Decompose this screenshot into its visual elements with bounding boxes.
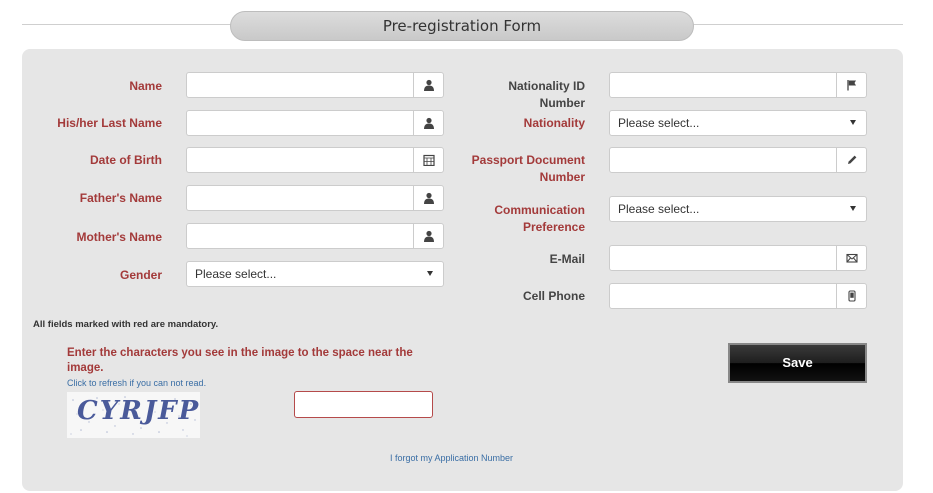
passport-label: Passport Document Number [460,152,585,186]
last-name-label: His/her Last Name [57,116,162,130]
pencil-icon [836,148,866,172]
forgot-application-number-link[interactable]: I forgot my Application Number [390,453,513,463]
father-name-field[interactable] [186,185,444,211]
last-name-field[interactable] [186,110,444,136]
communication-label-line2: Preference [522,220,585,234]
nationality-id-label: Nationality ID Number [508,79,585,110]
captcha-instruction: Enter the characters you see in the imag… [67,346,427,376]
mother-name-field[interactable] [186,223,444,249]
mother-name-input[interactable] [187,224,443,248]
header-divider-left [22,24,232,25]
passport-label-line1: Passport Document [471,153,585,167]
header-divider-right [692,24,903,25]
user-icon [413,111,443,135]
email-label: E-Mail [549,252,585,266]
captcha-input[interactable] [295,392,432,417]
gender-select[interactable]: Please select... [186,261,444,287]
passport-input[interactable] [610,148,866,172]
user-icon [413,73,443,97]
calendar-icon[interactable] [413,148,443,172]
captcha-text: CYRJFP [77,396,200,426]
last-name-input[interactable] [187,111,443,135]
communication-label: Communication Preference [460,202,585,236]
caret-down-icon [850,206,856,211]
mother-name-label: Mother's Name [76,230,162,244]
envelope-icon [836,246,866,270]
communication-selected-value: Please select... [618,202,700,216]
captcha-image[interactable]: CYRJFP [67,392,200,438]
cell-phone-label: Cell Phone [522,289,585,303]
nationality-id-field[interactable] [609,72,867,98]
flag-icon [836,73,866,97]
caret-down-icon [427,271,433,276]
captcha-refresh-link[interactable]: Click to refresh if you can not read. [67,378,206,388]
communication-select[interactable]: Please select... [609,196,867,222]
cell-phone-field[interactable] [609,283,867,309]
email-input[interactable] [610,246,866,270]
user-icon [413,224,443,248]
pre-registration-page: Pre-registration Form Name His/her Last … [0,0,933,493]
passport-label-line2: Number [539,170,585,184]
communication-label-line1: Communication [494,203,585,217]
father-name-input[interactable] [187,186,443,210]
gender-selected-value: Please select... [195,267,277,281]
user-icon [413,186,443,210]
caret-down-icon [850,120,856,125]
mandatory-note: All fields marked with red are mandatory… [33,319,219,330]
email-field[interactable] [609,245,867,271]
form-title: Pre-registration Form [230,11,694,41]
dob-label: Date of Birth [90,153,162,167]
passport-field[interactable] [609,147,867,173]
gender-label: Gender [119,268,162,282]
captcha-instruction-line2: image. [67,362,104,374]
cell-phone-input[interactable] [610,284,866,308]
phone-icon [836,284,866,308]
dob-input[interactable] [187,148,443,172]
name-input[interactable] [187,73,443,97]
name-label: Name [129,79,162,93]
nationality-id-input[interactable] [610,73,866,97]
dob-field[interactable] [186,147,444,173]
name-field[interactable] [186,72,444,98]
nationality-selected-value: Please select... [618,116,700,130]
father-name-label: Father's Name [79,191,162,205]
nationality-label: Nationality [523,116,585,130]
captcha-instruction-line1: Enter the characters you see in the imag… [67,347,413,359]
nationality-select[interactable]: Please select... [609,110,867,136]
captcha-field[interactable] [294,391,433,418]
save-button[interactable]: Save [728,343,867,383]
